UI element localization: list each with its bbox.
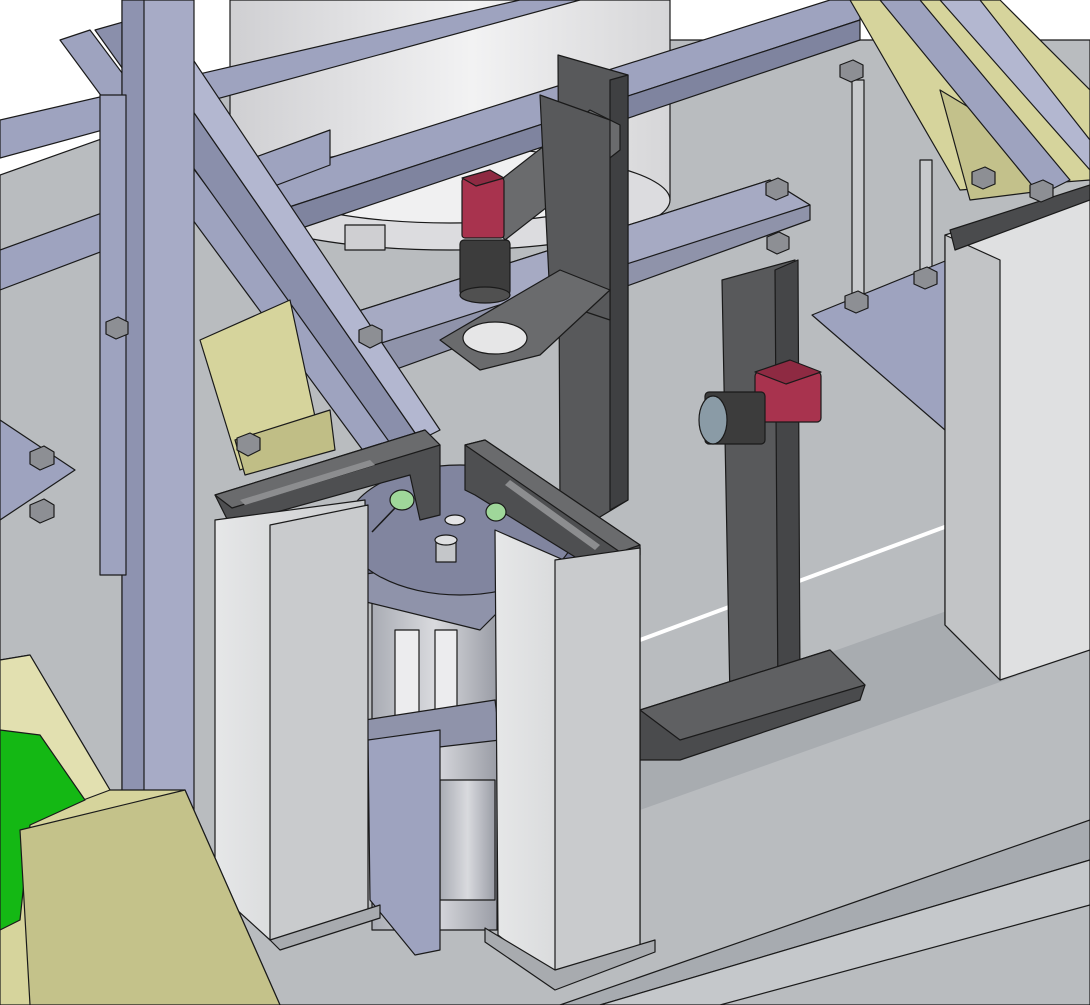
camera-arm-hole xyxy=(462,321,528,355)
right-pillar-side xyxy=(944,234,1001,681)
assembly-drawing xyxy=(0,0,1090,1005)
left-pillar-front xyxy=(269,504,369,941)
right-center-pillar-front xyxy=(554,547,641,976)
lens-icon xyxy=(698,395,728,445)
threaded-rod-1 xyxy=(851,79,865,301)
motor-body xyxy=(439,779,496,901)
threaded-rod-2 xyxy=(919,159,933,281)
disc-hole xyxy=(444,514,466,526)
upper-camera-icon xyxy=(459,169,511,304)
nozzle-right-icon xyxy=(485,502,507,522)
tank-foot xyxy=(344,224,386,251)
cad-assembly-view xyxy=(0,0,1090,1005)
center-spindle-icon xyxy=(434,534,458,563)
dark-stand-right-face xyxy=(774,259,801,701)
rotary-column-slot xyxy=(394,629,420,726)
